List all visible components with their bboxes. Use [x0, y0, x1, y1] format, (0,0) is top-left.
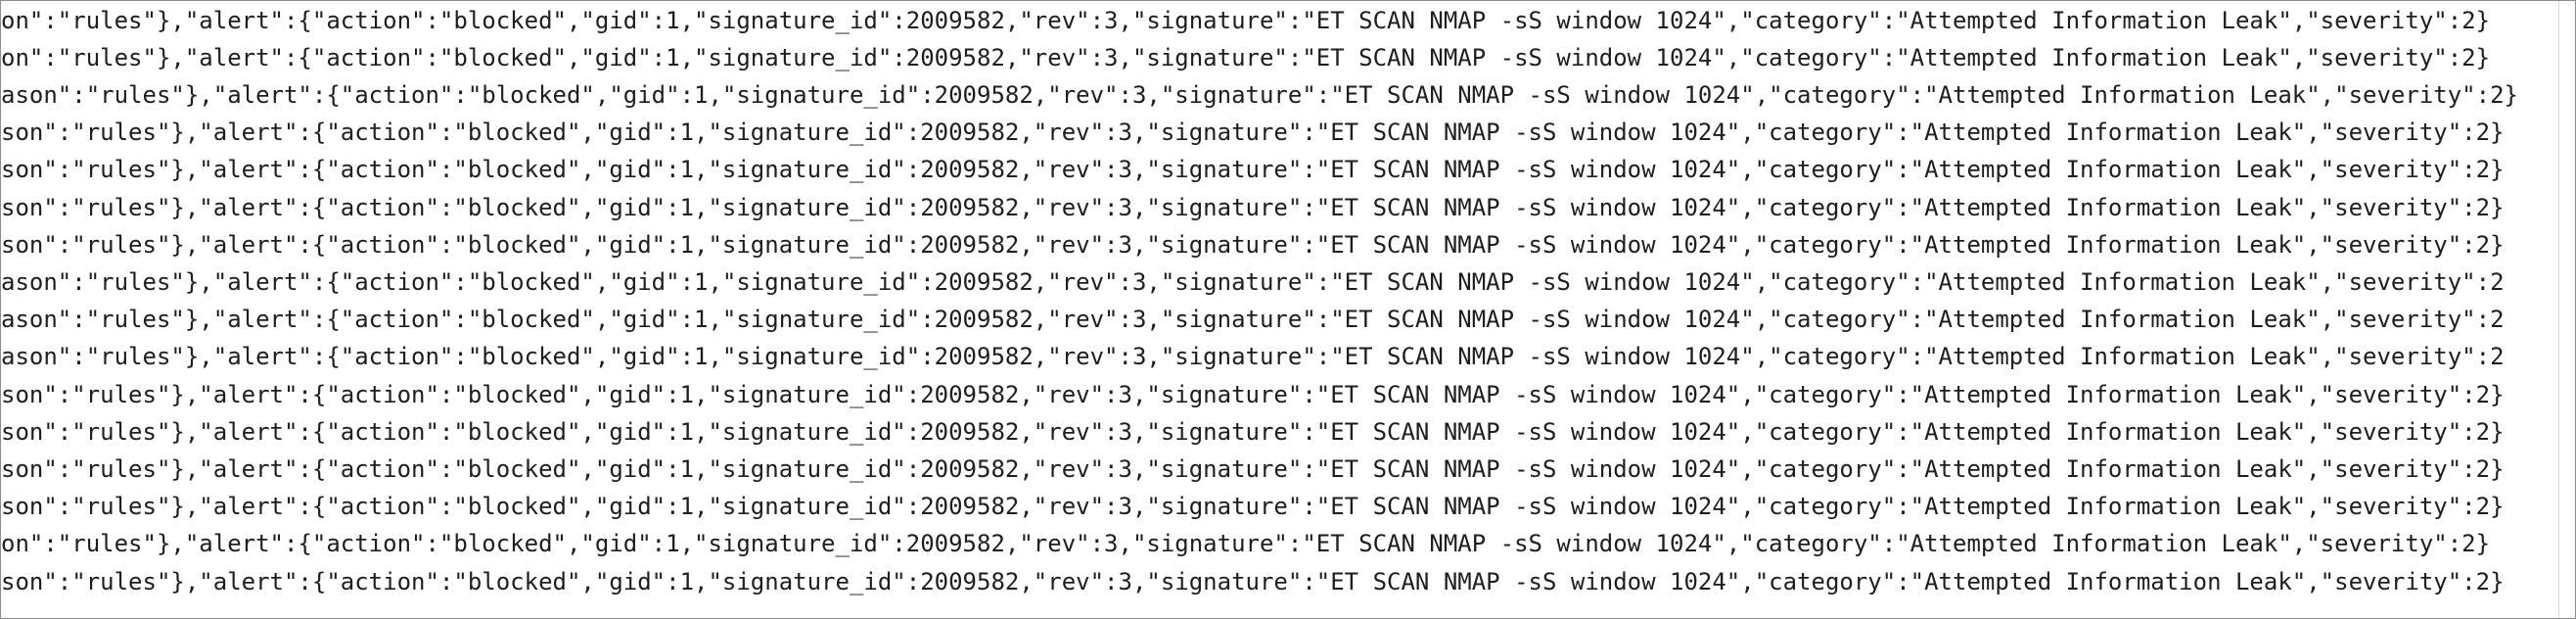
log-line: son":"rules"},"alert":{"action":"blocked… [1, 119, 2505, 146]
log-line: son":"rules"},"alert":{"action":"blocked… [1, 493, 2505, 520]
log-line: son":"rules"},"alert":{"action":"blocked… [1, 418, 2505, 446]
log-line: son":"rules"},"alert":{"action":"blocked… [1, 455, 2505, 483]
log-line: son":"rules"},"alert":{"action":"blocked… [1, 194, 2505, 221]
log-viewer[interactable]: on":"rules"},"alert":{"action":"blocked"… [0, 0, 2576, 619]
log-line: son":"rules"},"alert":{"action":"blocked… [1, 568, 2505, 595]
log-line: son":"rules"},"alert":{"action":"blocked… [1, 156, 2505, 183]
log-line: ason":"rules"},"alert":{"action":"blocke… [1, 268, 2505, 296]
log-line: on":"rules"},"alert":{"action":"blocked"… [1, 44, 2491, 71]
log-line: ason":"rules"},"alert":{"action":"blocke… [1, 81, 2518, 109]
log-line: on":"rules"},"alert":{"action":"blocked"… [1, 530, 2491, 557]
log-line: on":"rules"},"alert":{"action":"blocked"… [1, 7, 2491, 34]
log-line: ason":"rules"},"alert":{"action":"blocke… [1, 343, 2505, 370]
log-line: ason":"rules"},"alert":{"action":"blocke… [1, 306, 2505, 333]
log-line: son":"rules"},"alert":{"action":"blocked… [1, 231, 2505, 259]
log-line: son":"rules"},"alert":{"action":"blocked… [1, 381, 2505, 408]
log-content[interactable]: on":"rules"},"alert":{"action":"blocked"… [1, 1, 2559, 618]
vertical-scrollbar[interactable] [2558, 1, 2575, 618]
